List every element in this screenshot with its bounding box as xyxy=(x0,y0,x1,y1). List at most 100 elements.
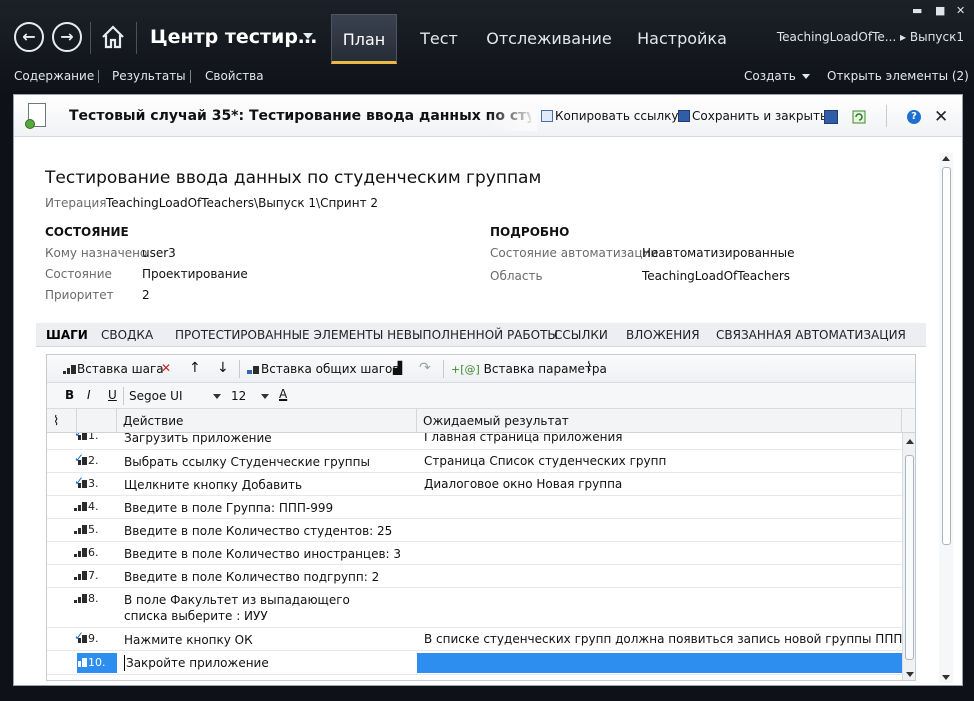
scrollbar-thumb[interactable] xyxy=(905,455,914,660)
font-family-select[interactable]: Segoe UI xyxy=(129,387,225,405)
save-close-icon xyxy=(678,110,690,122)
results-link[interactable]: Результаты xyxy=(112,69,186,83)
table-row[interactable]: ✓ 2. Выбрать ссылку Студенческие группы С… xyxy=(47,450,902,473)
step-number-column-header[interactable] xyxy=(77,409,117,433)
table-row[interactable]: ✓1. Загрузить приложение Главная страниц… xyxy=(47,433,902,450)
step-action[interactable]: Введите в поле Количество студентов: 25 xyxy=(124,523,392,539)
scrollbar-thumb[interactable] xyxy=(942,167,951,545)
work-item-header: Тестовый случай 35*: Тестирование ввода … xyxy=(14,95,962,137)
step-expected-input[interactable] xyxy=(417,653,902,673)
minimize-button[interactable]: ▬ xyxy=(912,4,922,17)
tab-summary[interactable]: СВОДКА xyxy=(101,328,153,342)
page-title[interactable]: Тестирование ввода данных по студенчески… xyxy=(45,168,541,188)
action-column-header[interactable]: Действие xyxy=(117,409,417,433)
iteration-value[interactable]: TeachingLoadOfTeachers\Выпуск 1\Спринт 2 xyxy=(106,196,378,210)
underline-button[interactable]: U xyxy=(108,388,117,402)
save-icon[interactable] xyxy=(824,110,838,124)
panel-scrollbar[interactable] xyxy=(939,153,953,683)
home-icon[interactable] xyxy=(100,24,126,50)
move-up-icon[interactable]: ↑ xyxy=(189,360,201,376)
close-window-button[interactable]: ✕ xyxy=(956,4,965,17)
contents-link[interactable]: Содержание xyxy=(14,69,94,83)
insert-shared-steps-label: Вставка общих шагов xyxy=(261,362,400,376)
back-button[interactable]: ← xyxy=(14,22,44,52)
step-action[interactable]: Загрузить приложение xyxy=(124,433,272,446)
scroll-down-icon[interactable] xyxy=(942,675,950,680)
automation-value[interactable]: Неавтоматизированные xyxy=(642,246,794,260)
steps-scrollbar[interactable] xyxy=(902,433,915,680)
state-value[interactable]: Проектирование xyxy=(142,267,248,281)
move-down-icon[interactable]: ↓ xyxy=(217,360,229,376)
details-section-heading: ПОДРОБНО xyxy=(490,225,570,239)
step-action[interactable]: В поле Факультет из выпадающего списка в… xyxy=(124,592,374,624)
refresh-icon[interactable] xyxy=(852,110,866,124)
tab-attachments[interactable]: ВЛОЖЕНИЯ xyxy=(626,328,700,342)
step-action[interactable]: Введите в поле Количество иностранцев: 3 xyxy=(124,546,401,562)
step-action[interactable]: Выбрать ссылку Студенческие группы xyxy=(124,454,370,470)
table-row[interactable]: 4. Введите в поле Группа: ППП-999 xyxy=(47,496,902,519)
font-size-select[interactable]: 12 xyxy=(231,387,271,405)
tab-links[interactable]: ССЫЛКИ xyxy=(554,328,608,342)
step-action[interactable]: Щелкните кнопку Добавить xyxy=(124,477,302,493)
chevron-down-icon[interactable] xyxy=(303,33,313,39)
steps-grid-header: ⌇ Действие Ожидаемый результат xyxy=(47,409,915,433)
priority-value[interactable]: 2 xyxy=(142,288,150,302)
table-row[interactable]: 7. Введите в поле Количество подгрупп: 2 xyxy=(47,565,902,588)
table-row[interactable]: 6. Введите в поле Количество иностранцев… xyxy=(47,542,902,565)
action-step-icon xyxy=(74,657,88,667)
insert-step-button[interactable]: Вставка шага xyxy=(63,362,164,376)
tab-steps[interactable]: ШАГИ xyxy=(46,328,88,342)
table-row-selected[interactable]: 10. Закройте приложение xyxy=(47,651,902,675)
table-row[interactable]: 5. Введите в поле Количество студентов: … xyxy=(47,519,902,542)
table-row[interactable]: ✓ 3. Щелкните кнопку Добавить Диалоговое … xyxy=(47,473,902,496)
delete-step-icon[interactable]: ✕ xyxy=(161,361,171,375)
table-row[interactable]: ✓ 9. Нажмите кнопку ОК В списке студенчес… xyxy=(47,628,902,651)
step-action[interactable]: Нажмите кнопку ОК xyxy=(124,632,253,648)
table-row[interactable]: 8. В поле Факультет из выпадающего списк… xyxy=(47,588,902,628)
step-expected[interactable]: Главная страница приложения xyxy=(424,433,623,444)
open-items-menu[interactable]: Открыть элементы (2) xyxy=(827,69,974,83)
work-item-panel: Тестовый случай 35*: Тестирование ввода … xyxy=(13,94,963,686)
breadcrumb[interactable]: TeachingLoadOfTe... ▸ Выпуск1 xyxy=(777,30,964,44)
assigned-value[interactable]: user3 xyxy=(142,246,176,260)
maximize-button[interactable]: ■ xyxy=(935,4,945,17)
attachment-column-header[interactable]: ⌇ xyxy=(47,409,77,433)
bold-button[interactable]: B xyxy=(65,388,74,402)
font-color-button[interactable]: A xyxy=(279,387,287,401)
italic-button[interactable]: I xyxy=(87,388,91,402)
create-menu[interactable]: Создать xyxy=(744,69,810,83)
work-item-title: Тестовый случай 35*: Тестирование ввода … xyxy=(69,108,531,124)
step-action[interactable]: Введите в поле Группа: ППП-999 xyxy=(124,500,333,516)
step-action[interactable]: Введите в поле Количество подгрупп: 2 xyxy=(124,569,379,585)
expected-column-header[interactable]: Ожидаемый результат xyxy=(417,409,902,433)
properties-link[interactable]: Свойства xyxy=(205,69,264,83)
tab-associated-automation[interactable]: СВЯЗАННАЯ АВТОМАТИЗАЦИЯ xyxy=(716,328,906,342)
copy-link-button[interactable]: Копировать ссылку xyxy=(541,109,678,123)
attach-icon[interactable]: ⌇ xyxy=(586,360,592,375)
state-section-heading: СОСТОЯНИЕ xyxy=(45,225,129,239)
close-icon[interactable]: ✕ xyxy=(934,109,948,126)
tab-plan[interactable]: План xyxy=(331,14,397,64)
step-expected[interactable]: В списке студенческих групп должна появи… xyxy=(424,632,902,646)
scroll-down-icon[interactable] xyxy=(906,672,914,677)
insert-parameter-button[interactable]: +[@] Вставка параметра xyxy=(451,362,607,376)
redo-icon[interactable]: ↷ xyxy=(419,360,431,376)
step-expected[interactable]: Диалоговое окно Новая группа xyxy=(424,477,622,491)
tab-test[interactable]: Тест xyxy=(410,14,468,64)
tab-settings[interactable]: Настройка xyxy=(630,14,734,64)
tab-tracking[interactable]: Отслеживание xyxy=(486,14,612,64)
app-title[interactable]: Центр тестир… xyxy=(150,26,317,48)
validate-step-icon: ✓ xyxy=(74,474,88,488)
step-action-input[interactable]: Закройте приложение xyxy=(124,655,269,671)
action-step-icon xyxy=(74,547,88,557)
step-expected[interactable]: Страница Список студенческих групп xyxy=(424,454,666,468)
area-value[interactable]: TeachingLoadOfTeachers xyxy=(642,269,790,283)
insert-shared-steps-button[interactable]: Вставка общих шагов xyxy=(247,362,399,376)
create-shared-steps-icon[interactable]: ▟ xyxy=(393,361,402,375)
save-close-button[interactable]: Сохранить и закрыть xyxy=(678,109,827,123)
tab-tested-backlog[interactable]: ПРОТЕСТИРОВАННЫЕ ЭЛЕМЕНТЫ НЕВЫПОЛНЕННОЙ … xyxy=(175,328,558,342)
scroll-up-icon[interactable] xyxy=(906,439,914,444)
forward-button[interactable]: → xyxy=(52,22,82,52)
help-icon[interactable]: ? xyxy=(907,110,921,124)
scroll-up-icon[interactable] xyxy=(942,156,950,161)
